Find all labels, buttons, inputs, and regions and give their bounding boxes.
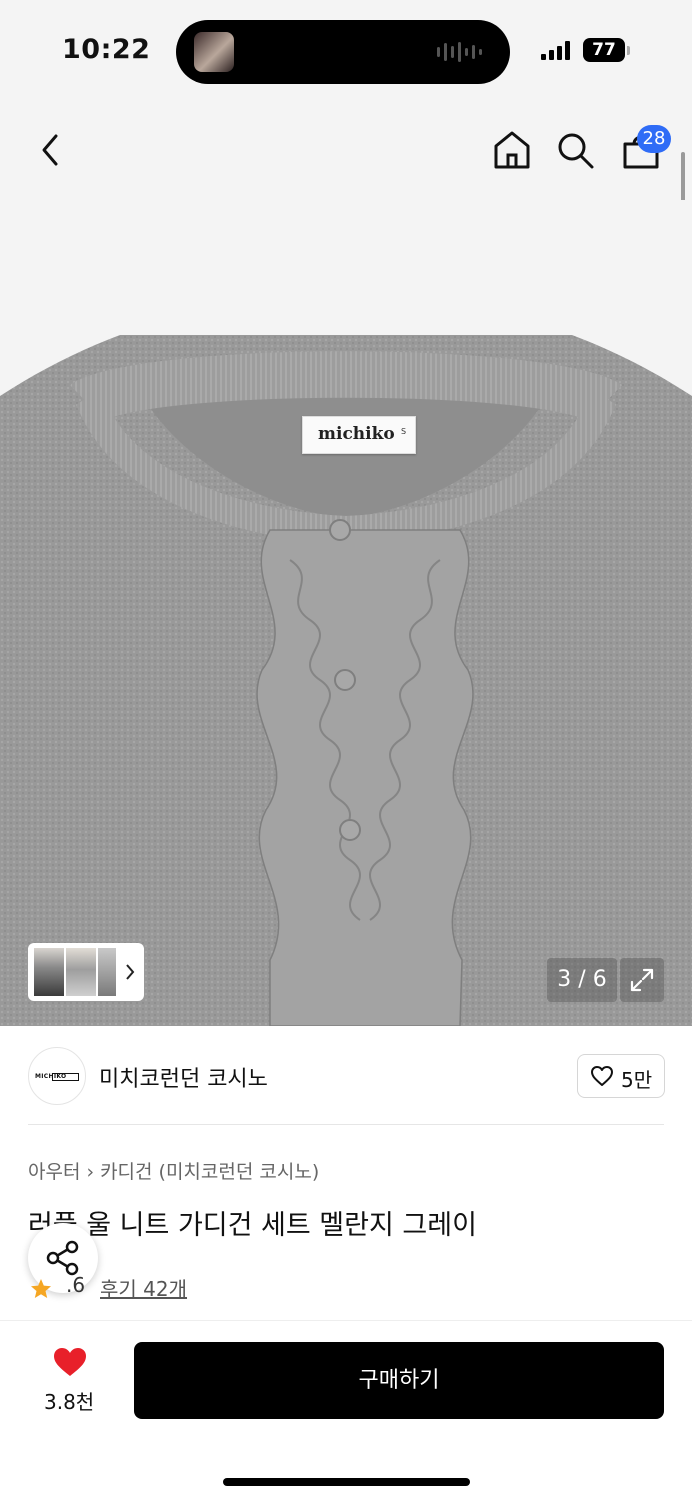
garment-label-brand: michiko bbox=[318, 424, 395, 444]
status-time: 10:22 bbox=[62, 34, 151, 65]
brand-logo[interactable]: MICHIKO bbox=[28, 1047, 86, 1105]
search-icon[interactable] bbox=[556, 131, 596, 171]
model-thumbnail-3 bbox=[98, 948, 116, 996]
back-chevron-icon[interactable] bbox=[34, 132, 66, 168]
share-icon bbox=[46, 1240, 79, 1276]
expand-arrows-icon bbox=[630, 968, 654, 992]
brand-like-count: 5만 bbox=[621, 1068, 653, 1092]
section-divider bbox=[28, 1124, 664, 1125]
wishlist-heart-icon[interactable] bbox=[52, 1346, 88, 1378]
heart-outline-icon bbox=[591, 1066, 613, 1086]
now-playing-thumbnail-icon bbox=[194, 32, 234, 72]
reviews-link[interactable]: 후기 42개 bbox=[100, 1273, 187, 1302]
wishlist-count: 3.8천 bbox=[44, 1390, 95, 1414]
garment-label-size: S bbox=[401, 427, 407, 436]
brand-logo-box bbox=[52, 1073, 79, 1081]
buy-button[interactable]: 구매하기 bbox=[134, 1342, 664, 1419]
breadcrumb: 아우터 › 카디건 (미치코런던 코시노) bbox=[28, 1157, 319, 1184]
cart-count-badge: 28 bbox=[637, 125, 671, 153]
product-image-carousel[interactable]: michiko S bbox=[0, 200, 692, 1026]
breadcrumb-item-outer[interactable]: 아우터 bbox=[28, 1161, 80, 1183]
image-counter: 3 / 6 bbox=[547, 958, 617, 1002]
product-photo-gray-cardigan bbox=[0, 335, 692, 1026]
cellular-signal-icon bbox=[541, 40, 570, 60]
status-bar: 10:22 77 bbox=[0, 0, 692, 100]
breadcrumb-item-cardigan[interactable]: 카디건 (미치코런던 코시노) bbox=[100, 1161, 319, 1183]
model-thumbnail-gallery[interactable] bbox=[28, 943, 144, 1001]
product-title: 러플 울 니트 가디건 세트 멜란지 그레이 bbox=[28, 1210, 477, 1241]
home-icon[interactable] bbox=[493, 130, 531, 170]
rating-value: .6 bbox=[66, 1273, 86, 1297]
home-indicator[interactable] bbox=[223, 1478, 470, 1486]
dynamic-island[interactable] bbox=[176, 20, 510, 84]
audio-waveform-icon bbox=[437, 42, 482, 62]
chevron-right-icon bbox=[126, 964, 135, 980]
model-thumbnail-1 bbox=[34, 948, 64, 996]
expand-fullscreen-button[interactable] bbox=[620, 958, 664, 1002]
brand-name-link[interactable]: 미치코런던 코시노 bbox=[99, 1061, 268, 1093]
garment-label: michiko S bbox=[302, 416, 416, 454]
star-rating-icon bbox=[31, 1279, 51, 1298]
battery-cap bbox=[627, 46, 630, 55]
model-thumbnail-2 bbox=[66, 948, 96, 996]
brand-like-button[interactable]: 5만 bbox=[577, 1054, 665, 1098]
battery-icon: 77 bbox=[583, 38, 625, 62]
chevron-right-icon: › bbox=[86, 1161, 95, 1183]
